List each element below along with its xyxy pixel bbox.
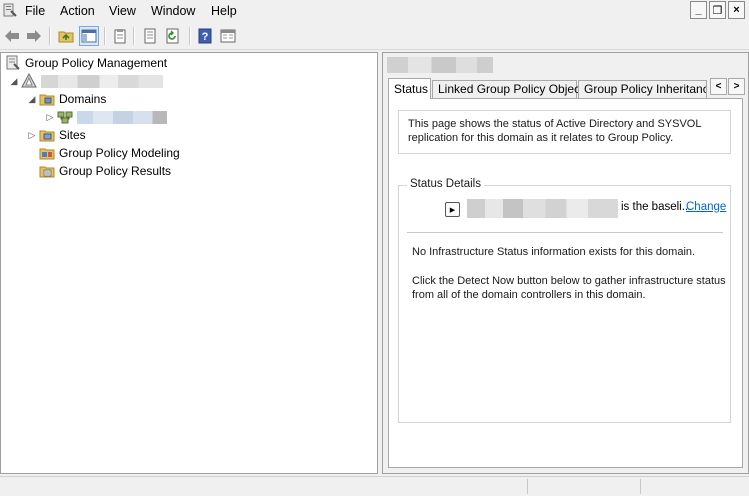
status-bar-separator <box>640 479 641 494</box>
tab-gp-inheritance[interactable]: Group Policy Inheritance <box>578 80 707 98</box>
new-window-icon[interactable] <box>218 26 238 46</box>
tree-node-root[interactable]: Group Policy Management <box>5 54 167 72</box>
expand-triangle-icon[interactable]: ▷ <box>45 112 55 122</box>
toolbar-separator <box>189 27 191 45</box>
toolbar-separator <box>104 27 106 45</box>
help-icon[interactable]: ? <box>195 26 215 46</box>
expand-details-icon[interactable]: ▶ <box>445 202 460 217</box>
tab-status[interactable]: Status <box>388 78 431 99</box>
forest-name-redacted <box>41 74 163 88</box>
tree-node-domain-selected[interactable]: ▷ <box>45 108 167 126</box>
app-icon[interactable] <box>3 3 17 18</box>
back-icon[interactable] <box>2 26 22 46</box>
menu-view[interactable]: View <box>109 4 136 18</box>
collapse-triangle-icon[interactable]: ◢ <box>9 76 19 86</box>
restore-button[interactable]: ❐ <box>709 1 726 19</box>
details-divider <box>407 232 723 233</box>
forest-icon <box>21 73 37 89</box>
change-baseline-link[interactable]: Change <box>686 201 726 213</box>
sites-folder-icon <box>39 127 55 143</box>
properties-icon[interactable] <box>110 26 130 46</box>
modeling-icon <box>39 145 55 161</box>
status-bar <box>0 476 749 496</box>
up-folder-icon[interactable] <box>56 26 76 46</box>
domain-name-redacted <box>77 110 167 124</box>
tree-node-domains[interactable]: ◢ Domains <box>27 90 107 108</box>
collapse-triangle-icon[interactable]: ◢ <box>27 94 37 104</box>
details-pane: Status Linked Group Policy Objects Group… <box>382 52 749 474</box>
tree-label-root: Group Policy Management <box>25 56 168 70</box>
tree-label-results: Group Policy Results <box>59 164 172 178</box>
detect-now-instructions: Click the Detect Now button below to gat… <box>412 275 726 301</box>
status-bar-separator <box>527 479 528 494</box>
status-tab-panel: This page shows the status of Active Dir… <box>388 98 743 468</box>
tree-node-sites[interactable]: ▷ Sites <box>27 126 86 144</box>
forward-icon[interactable] <box>24 26 44 46</box>
tree-label-modeling: Group Policy Modeling <box>59 146 180 160</box>
tree-node-modeling[interactable]: Group Policy Modeling <box>39 144 180 162</box>
menu-help[interactable]: Help <box>211 4 237 18</box>
console-tree-pane[interactable]: Group Policy Management ◢ ◢ Domains ▷ ▷ … <box>0 52 378 474</box>
menu-file[interactable]: File <box>25 4 45 18</box>
status-details-title: Status Details <box>407 178 484 190</box>
group-policy-management-icon <box>5 55 21 71</box>
menu-window[interactable]: Window <box>151 4 195 18</box>
minimize-button[interactable]: _ <box>690 1 707 19</box>
tab-scroll-left-button[interactable]: < <box>710 78 727 95</box>
toolbar-separator <box>49 27 51 45</box>
refresh-icon[interactable] <box>163 26 183 46</box>
toolbar: ? <box>0 23 749 50</box>
baseline-dc-redacted <box>467 199 618 218</box>
tree-node-forest[interactable]: ◢ <box>9 72 163 90</box>
menu-bar: File Action View Window Help _ ❐ × <box>0 0 749 22</box>
details-title-redacted <box>387 57 493 73</box>
results-icon <box>39 163 55 179</box>
menu-action[interactable]: Action <box>60 4 95 18</box>
svg-text:?: ? <box>202 31 209 43</box>
tree-label-sites: Sites <box>59 128 86 142</box>
export-list-icon[interactable] <box>140 26 160 46</box>
show-hide-console-tree-icon[interactable] <box>79 26 99 46</box>
tab-scroll-right-button[interactable]: > <box>728 78 745 95</box>
tab-linked-gpos[interactable]: Linked Group Policy Objects <box>432 80 589 98</box>
tree-label-domains: Domains <box>59 92 107 106</box>
toolbar-separator <box>133 27 135 45</box>
status-description: This page shows the status of Active Dir… <box>398 110 731 154</box>
domains-folder-icon <box>39 91 55 107</box>
no-infrastructure-status-text: No Infrastructure Status information exi… <box>412 246 696 258</box>
baseline-text: is the baseli... <box>621 201 692 213</box>
status-details-group: Status Details ▶ is the baseli... Change… <box>398 178 731 423</box>
close-button[interactable]: × <box>728 1 745 19</box>
tree-node-results[interactable]: Group Policy Results <box>39 162 171 180</box>
domain-icon <box>57 109 73 125</box>
mdi-window-controls: _ ❐ × <box>690 1 745 21</box>
expand-triangle-icon[interactable]: ▷ <box>27 130 37 140</box>
